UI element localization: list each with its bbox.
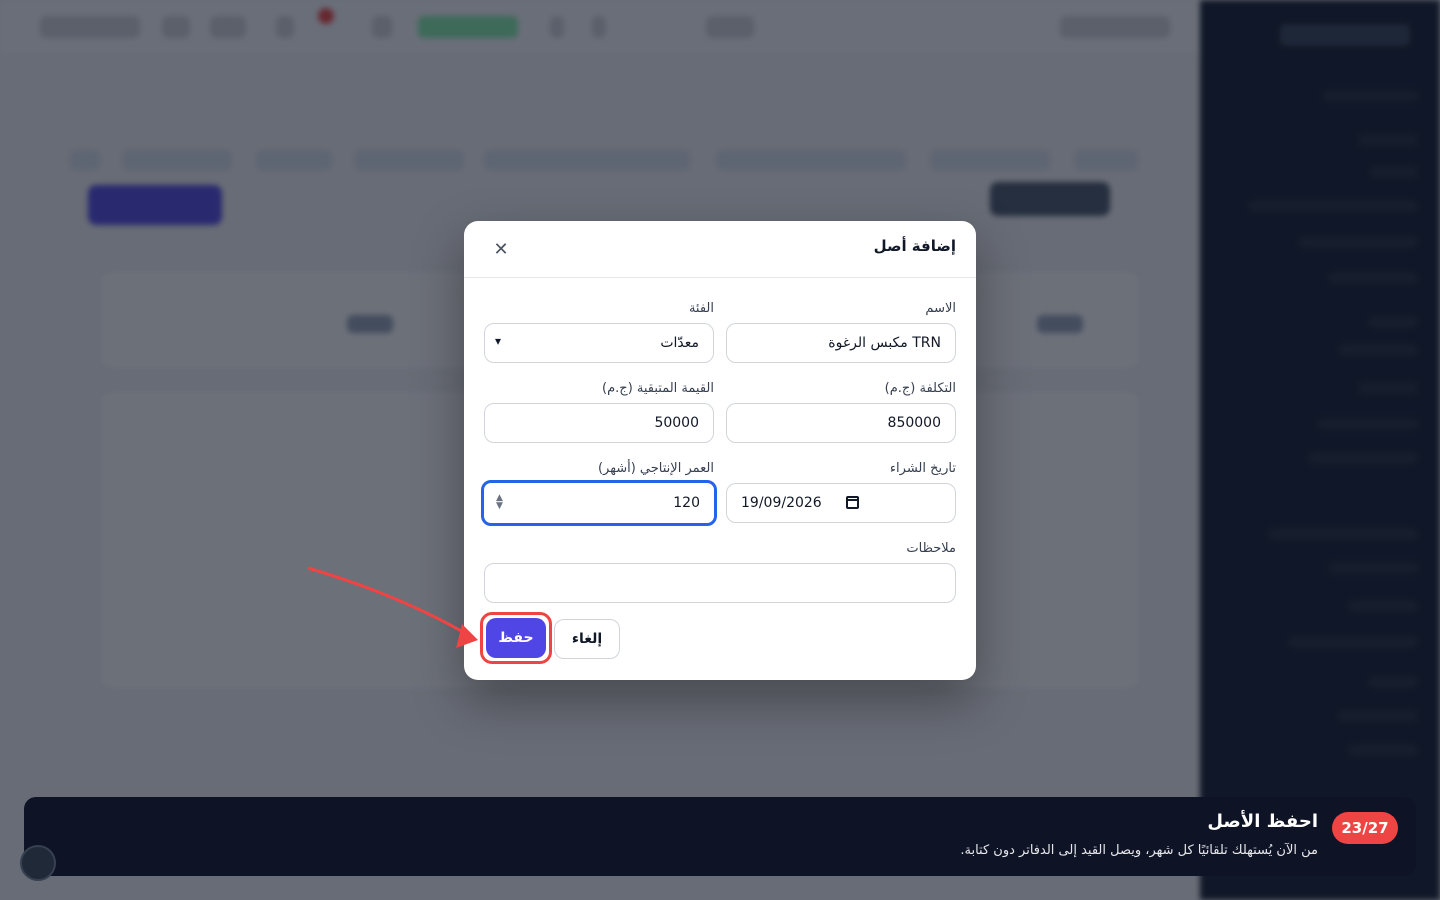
notes-field[interactable] (484, 563, 956, 603)
purchase-date-label: تاريخ الشراء (889, 461, 956, 476)
useful-life-value: 120 (673, 495, 700, 511)
name-label: الاسم (925, 301, 956, 316)
purchase-date-field[interactable]: 19/09/2026 (726, 483, 956, 523)
cost-field[interactable]: 850000 (726, 403, 956, 443)
modal-header: إضافة أصل ✕ (464, 221, 976, 278)
tour-description: من الآن يُستهلك تلقائيًا كل شهر، ويصل ال… (960, 843, 1318, 858)
cost-value: 850000 (887, 415, 941, 431)
salvage-field[interactable]: 50000 (484, 403, 714, 443)
modal-title: إضافة أصل (873, 237, 956, 255)
salvage-label: القيمة المتبقية (ج.م) (602, 381, 714, 396)
category-select[interactable]: معدّات ▾ (484, 323, 714, 363)
name-field[interactable]: TRN مكبس الرغوة (726, 323, 956, 363)
close-icon[interactable]: ✕ (488, 237, 514, 263)
useful-life-field[interactable]: 120 ▲ ▼ (481, 480, 717, 526)
calendar-icon[interactable] (846, 496, 859, 509)
category-label: الفئة (688, 301, 714, 316)
tour-title: احفظ الأصل (1207, 811, 1318, 832)
tour-banner: 23/27 احفظ الأصل من الآن يُستهلك تلقائيً… (24, 797, 1416, 876)
name-value: TRN مكبس الرغوة (828, 335, 941, 351)
save-button[interactable]: حفظ (486, 618, 546, 658)
salvage-value: 50000 (654, 415, 699, 431)
help-button[interactable] (20, 845, 56, 881)
cost-label: التكلفة (ج.م) (884, 381, 956, 396)
tour-step-counter: 23/27 (1332, 812, 1398, 844)
chevron-down-icon: ▾ (495, 334, 502, 348)
useful-life-label: العمر الإنتاجي (أشهر) (597, 461, 714, 476)
notes-label: ملاحظات (906, 541, 956, 556)
stepper-icon[interactable]: ▲ ▼ (496, 494, 503, 511)
category-value: معدّات (660, 335, 699, 351)
cancel-button[interactable]: إلغاء (554, 619, 620, 659)
purchase-date-value: 19/09/2026 (741, 495, 822, 511)
